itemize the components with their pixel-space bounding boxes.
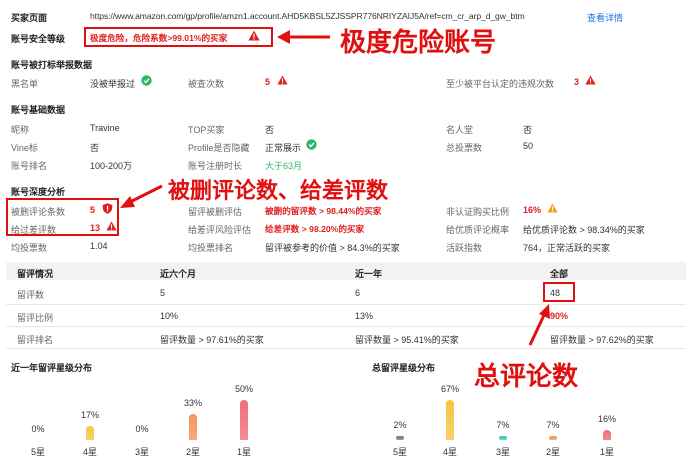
chart-value-label: 2% [393,420,407,430]
chart-category-label: 1星 [236,447,251,457]
chart-bar [189,413,197,440]
chart-category-label: 5星 [30,447,45,457]
rating-chart-year: 0% 5星 17% 4星 0% 3星 33% 2星 50% 1星 [0,370,340,462]
chart-bar [603,430,611,440]
chart-value-label: 17% [80,410,99,421]
chart-value-label: 50% [234,384,253,394]
chart-bar [499,435,507,440]
chart-bar [549,435,557,440]
chart-category-label: 4星 [442,447,457,457]
chart-category-label: 3星 [495,447,510,457]
chart-value-label: 7% [546,419,560,430]
chart-category-label: 4星 [82,447,97,457]
chart-bar [396,436,404,440]
chart-value-label: 67% [440,384,459,394]
chart-value-label: 7% [496,419,510,430]
rating-chart-total: 2% 5星 67% 4星 7% 3星 7% 2星 16% 1星 [350,370,688,462]
chart-value-label: 33% [183,397,202,408]
chart-value-label: 0% [135,424,149,434]
chart-category-label: 5星 [392,447,407,457]
chart-value-label: 0% [31,424,45,434]
chart-bar [446,400,454,440]
chart-category-label: 3星 [134,447,149,457]
chart-category-label: 2星 [545,447,560,457]
chart-category-label: 1星 [599,447,614,457]
chart-category-label: 2星 [185,447,200,457]
chart-bar [240,400,248,440]
chart-value-label: 16% [597,414,616,425]
chart-bar [86,426,94,440]
